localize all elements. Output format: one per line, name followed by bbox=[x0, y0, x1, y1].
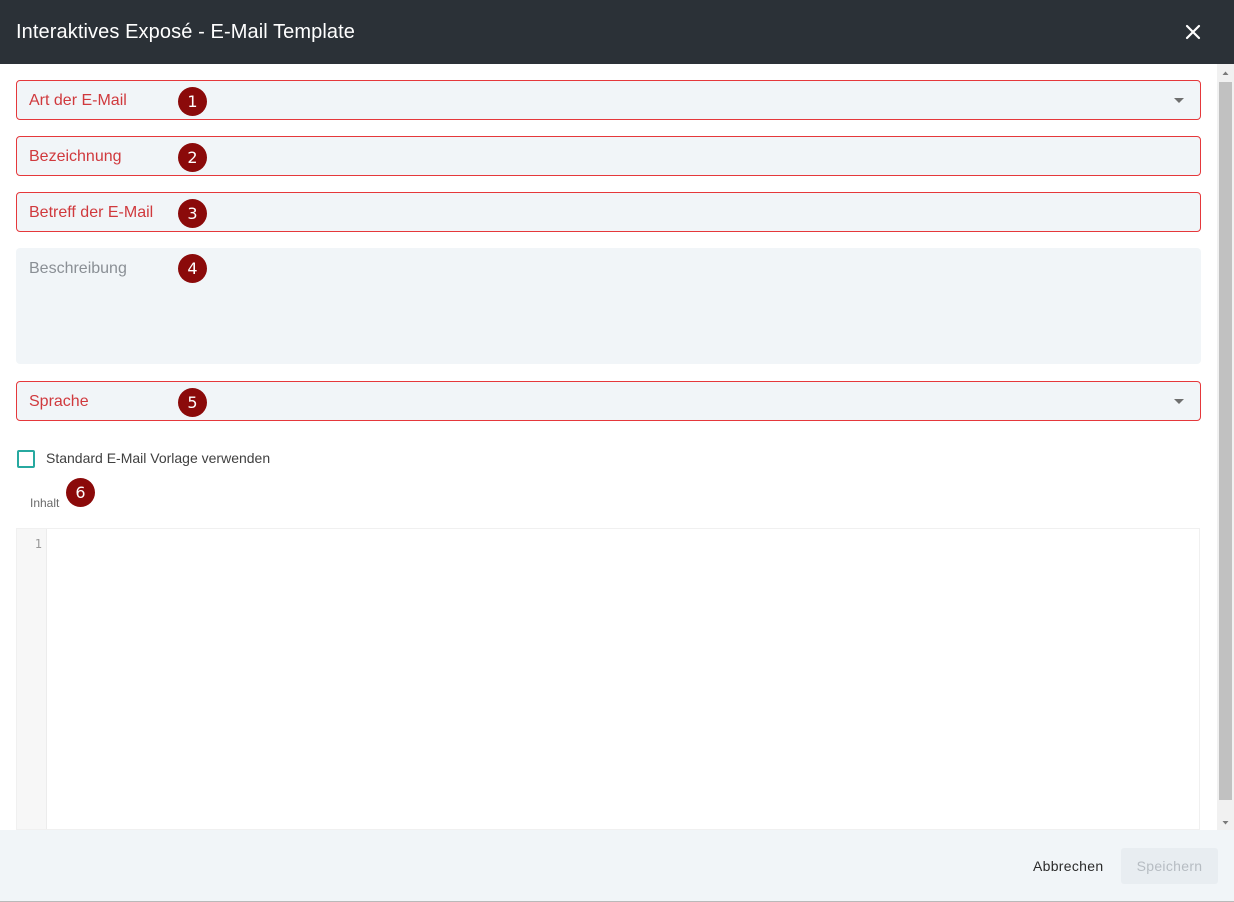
content-label: Inhalt bbox=[30, 496, 60, 510]
annotation-badge-6: 6 bbox=[66, 478, 95, 507]
scroll-thumb[interactable] bbox=[1219, 82, 1232, 800]
annotation-badge-2: 2 bbox=[178, 143, 207, 172]
dialog-title: Interaktives Exposé - E-Mail Template bbox=[16, 21, 356, 43]
save-button[interactable]: Speichern bbox=[1121, 848, 1218, 884]
description-label: Beschreibung bbox=[29, 260, 127, 277]
editor-gutter: 1 bbox=[17, 529, 47, 829]
dialog-header: Interaktives Exposé - E-Mail Template bbox=[0, 0, 1234, 64]
scroll-down-arrow[interactable] bbox=[1217, 816, 1234, 828]
email-template-dialog: Interaktives Exposé - E-Mail Template Ar… bbox=[0, 0, 1234, 902]
default-template-checkbox[interactable] bbox=[17, 450, 35, 468]
scroll-up-arrow[interactable] bbox=[1217, 66, 1234, 78]
line-number: 1 bbox=[34, 537, 42, 551]
annotation-badge-5: 5 bbox=[178, 388, 207, 417]
designation-label: Bezeichnung bbox=[29, 148, 122, 165]
cancel-button[interactable]: Abbrechen bbox=[1025, 848, 1111, 884]
email-type-label: Art der E-Mail bbox=[29, 92, 127, 109]
language-label: Sprache bbox=[29, 393, 89, 410]
triangle-up-icon bbox=[1222, 71, 1229, 75]
content-code-editor: 1 bbox=[16, 528, 1200, 830]
triangle-down-icon bbox=[1222, 821, 1229, 825]
dialog-scrollbar[interactable] bbox=[1217, 64, 1234, 830]
editor-text-area[interactable] bbox=[51, 529, 1199, 829]
dialog-footer: Abbrechen Speichern bbox=[0, 830, 1234, 901]
close-button[interactable] bbox=[1178, 17, 1208, 47]
caret-down-icon bbox=[1174, 98, 1184, 103]
subject-label: Betreff der E-Mail bbox=[29, 204, 154, 221]
close-icon bbox=[1185, 24, 1201, 40]
default-template-label: Standard E-Mail Vorlage verwenden bbox=[46, 450, 271, 466]
annotation-badge-3: 3 bbox=[178, 199, 207, 228]
caret-down-icon bbox=[1174, 399, 1184, 404]
annotation-badge-4: 4 bbox=[178, 254, 207, 283]
annotation-badge-1: 1 bbox=[178, 87, 207, 116]
